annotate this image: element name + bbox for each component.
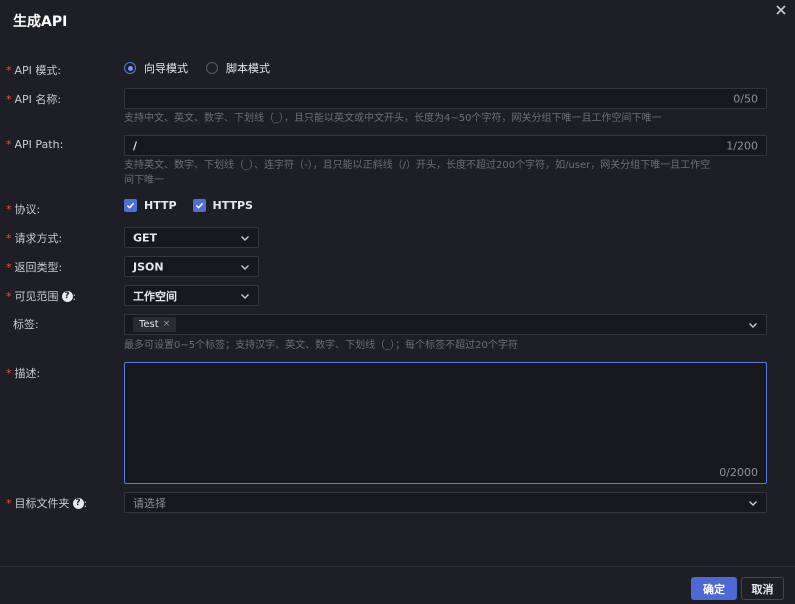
chevron-down-icon [749, 322, 757, 328]
api-path-input[interactable]: / 1/200 [124, 135, 767, 156]
checkbox-http-label[interactable]: HTTP [144, 199, 177, 212]
return-type-label: * 返回类型: [6, 260, 63, 275]
folder-label: * 目标文件夹 ? : [6, 496, 88, 511]
required-mark: * [6, 92, 12, 106]
help-icon[interactable]: ? [72, 497, 84, 509]
tag-remove-icon[interactable]: × [163, 317, 171, 332]
visibility-label: * 可见范围 ? : [6, 289, 77, 304]
api-path-hint-line1: 支持英文、数字、下划线（_）、连字符（-），且只能以正斜线（/）开头，长度不超过… [124, 160, 711, 171]
visibility-select[interactable]: 工作空间 [124, 285, 259, 306]
chevron-down-icon [749, 500, 757, 506]
chevron-down-icon [241, 264, 249, 270]
required-mark: * [6, 260, 12, 274]
tag-chip[interactable]: Test × [133, 317, 177, 332]
description-textarea[interactable]: 0/2000 [124, 362, 767, 484]
api-name-hint: 支持中文、英文、数字、下划线（_），且只能以英文或中文开头，长度为4~50个字符… [124, 113, 662, 124]
tags-label: 标签: [13, 318, 39, 331]
help-icon[interactable]: ? [61, 290, 73, 302]
generate-api-dialog: 生成API * API 模式: 向导模式 脚本模式 * API 名称: 0/50… [0, 0, 795, 604]
tags-hint: 最多可设置0~5个标签；支持汉字、英文、数字、下划线（_）；每个标签不超过20个… [124, 340, 518, 351]
check-icon [195, 202, 203, 209]
cancel-button[interactable]: 取消 [741, 577, 784, 600]
required-mark: * [6, 138, 12, 151]
required-mark: * [6, 496, 12, 510]
chevron-down-icon [241, 293, 249, 299]
name-label: * API 名称: [6, 92, 62, 107]
api-path-hint-line2: 间下唯一 [124, 175, 164, 186]
checkbox-https[interactable] [192, 199, 206, 212]
radio-script-mode[interactable] [206, 62, 218, 74]
checkbox-http[interactable] [124, 199, 137, 212]
required-mark: * [6, 366, 12, 380]
check-icon [126, 202, 135, 209]
protocol-label: * 协议: [6, 202, 41, 217]
tags-select[interactable]: Test × [124, 314, 767, 335]
description-label: * 描述: [6, 366, 41, 381]
close-icon[interactable] [773, 2, 789, 18]
path-label: * API Path: [6, 138, 64, 151]
dialog-title: 生成API [13, 14, 68, 30]
folder-select[interactable]: 请选择 [124, 492, 767, 513]
radio-guide-mode[interactable] [124, 62, 136, 74]
description-counter: 0/2000 [719, 466, 758, 479]
chevron-down-icon [241, 235, 249, 241]
api-name-input[interactable]: 0/50 [124, 88, 767, 109]
return-type-select[interactable]: JSON [124, 256, 259, 277]
radio-guide-mode-label[interactable]: 向导模式 [144, 60, 188, 76]
confirm-button[interactable]: 确定 [691, 577, 737, 600]
api-name-counter: 0/50 [733, 92, 758, 105]
checkbox-https-label[interactable]: HTTPS [213, 199, 253, 212]
required-mark: * [6, 63, 12, 77]
radio-script-mode-label[interactable]: 脚本模式 [226, 60, 270, 76]
mode-label: * API 模式: [6, 63, 62, 78]
footer-divider [0, 566, 795, 567]
api-path-counter: 1/200 [726, 139, 758, 152]
method-label: * 请求方式: [6, 231, 63, 246]
mode-radio-group: 向导模式 脚本模式 [124, 60, 288, 76]
protocol-checkbox-group: HTTP HTTPS [124, 199, 269, 212]
method-select[interactable]: GET [124, 227, 259, 248]
required-mark: * [6, 202, 12, 216]
required-mark: * [6, 289, 12, 303]
required-mark: * [6, 231, 12, 245]
